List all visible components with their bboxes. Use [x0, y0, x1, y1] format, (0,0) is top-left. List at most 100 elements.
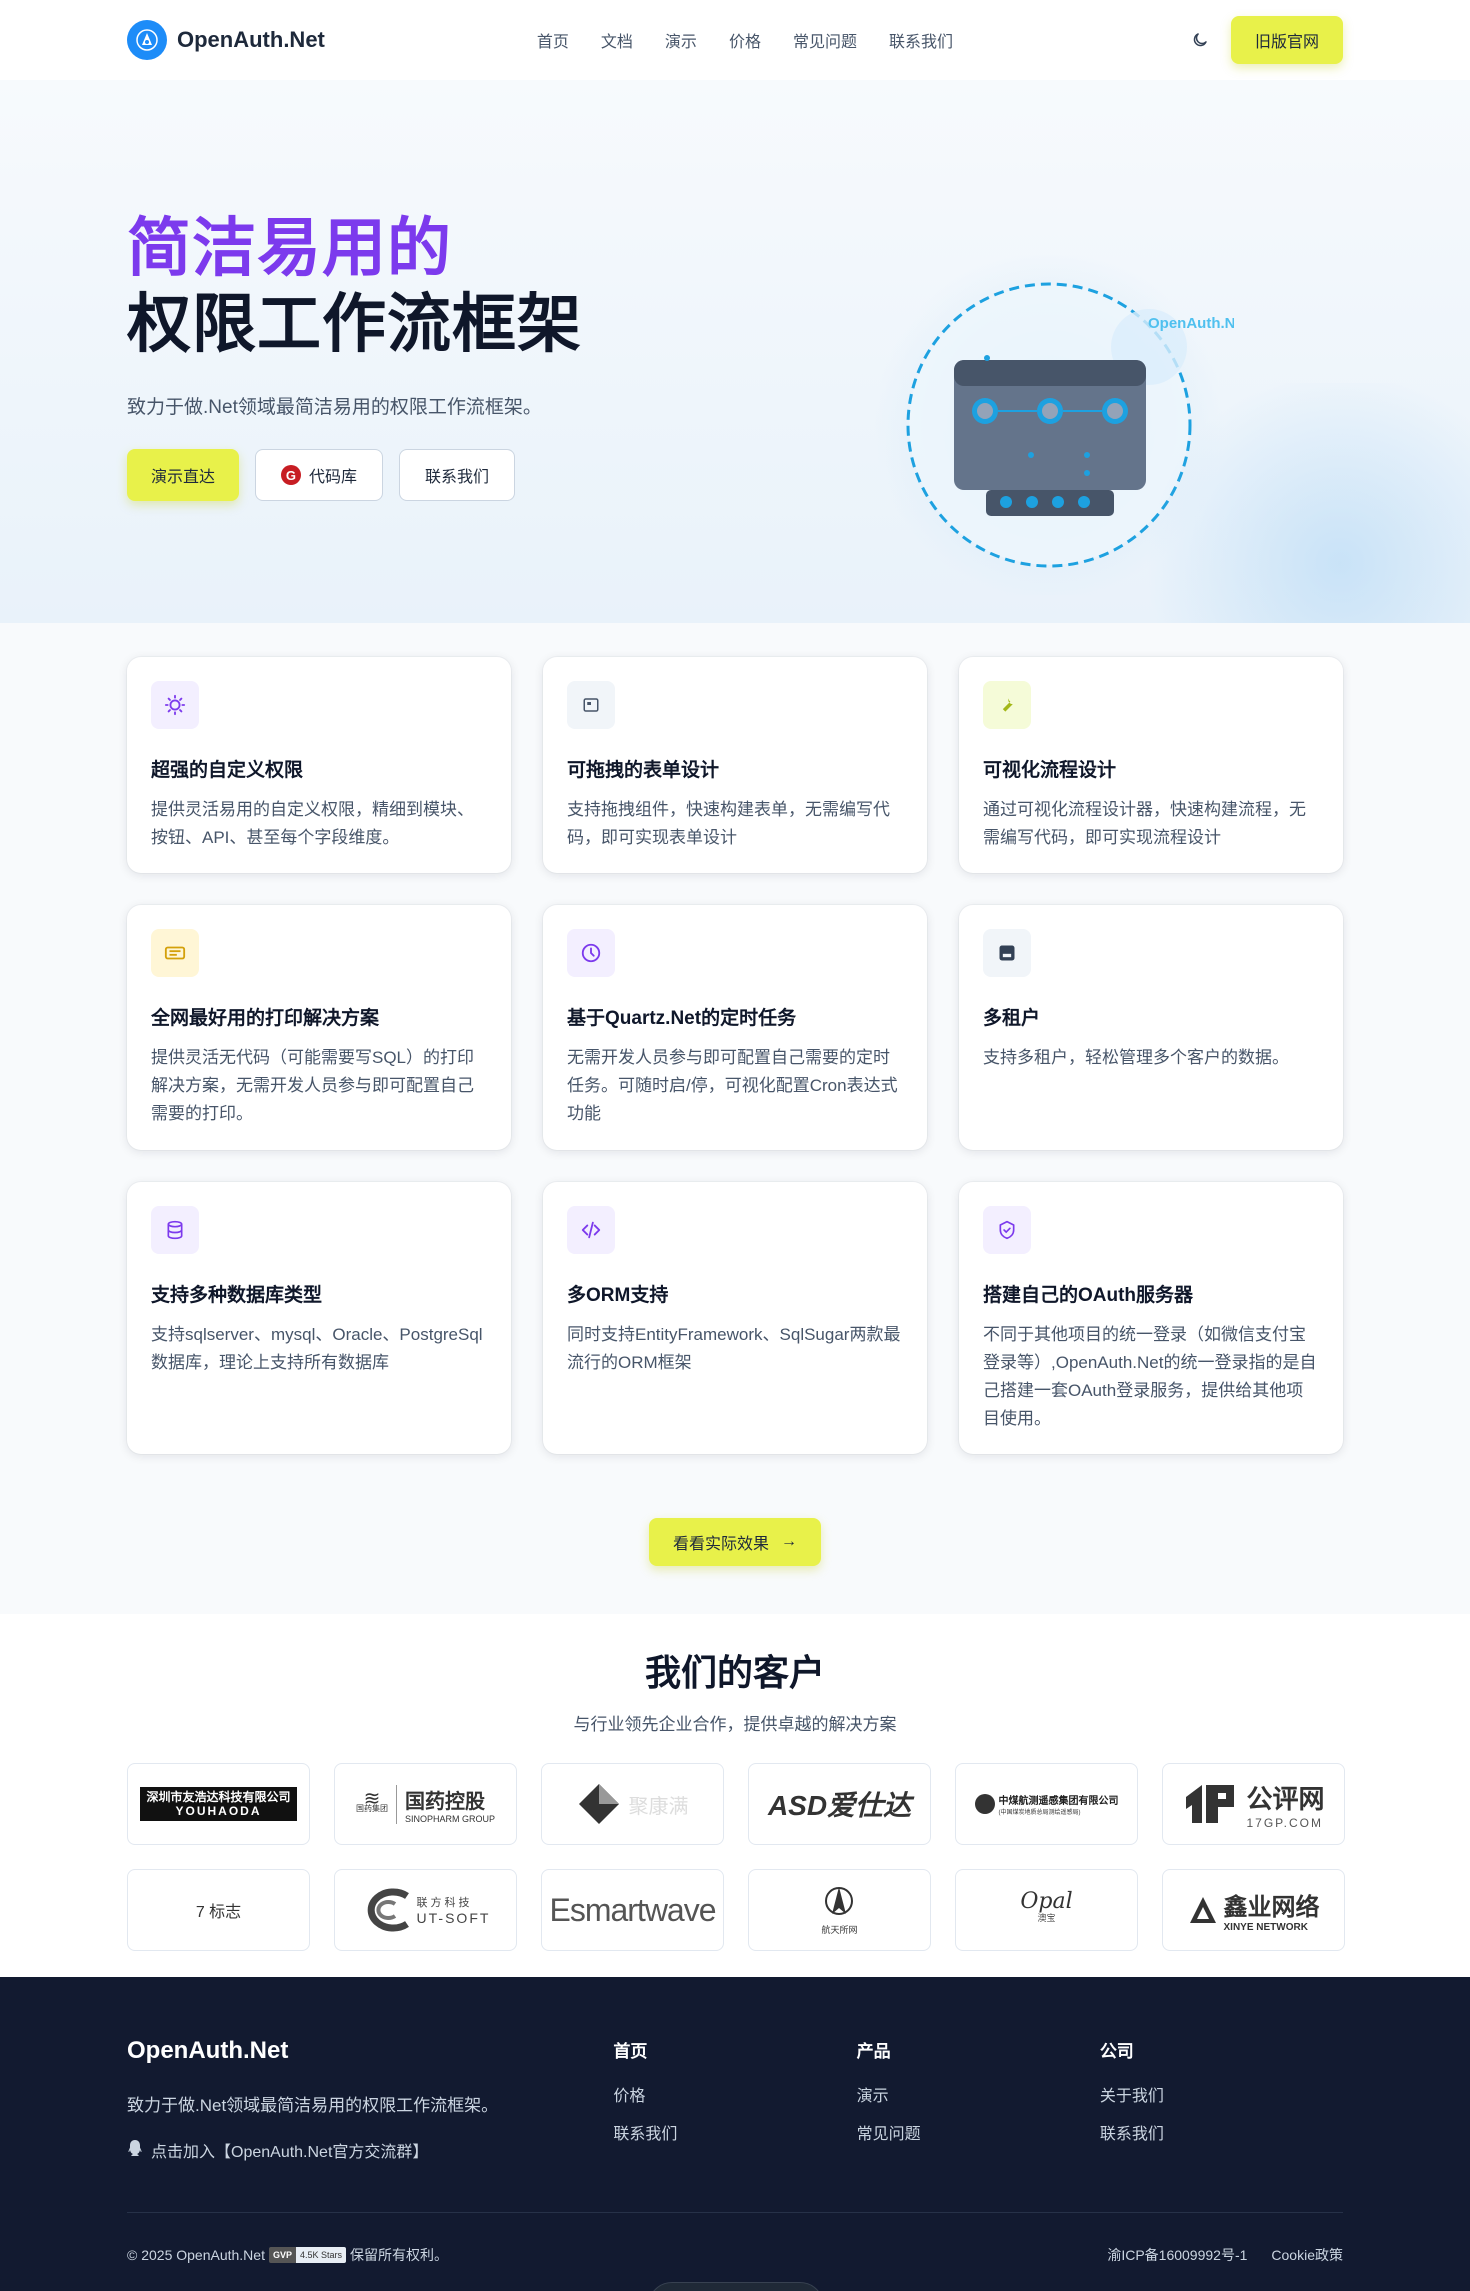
brand-logo[interactable]: OpenAuth.Net — [127, 20, 325, 60]
customer-logo-asd: ASD爱仕达 — [748, 1763, 931, 1845]
footer-link-contact[interactable]: 联系我们 — [613, 2120, 856, 2144]
feature-desc: 提供灵活无代码（可能需要写SQL）的打印解决方案，无需开发人员参与即可配置自己需… — [151, 1048, 475, 1123]
customer-logo-esmartwave: Esmartwave — [541, 1869, 724, 1951]
code-icon — [567, 1206, 615, 1254]
customer-logo-xinye: 鑫业网络 XINYE NETWORK — [1162, 1869, 1345, 1951]
hero-title-highlight: 简洁易用的 — [127, 212, 452, 284]
feature-desc: 通过可视化流程设计器，快速构建流程，无需编写代码，即可实现流程设计 — [983, 800, 1306, 847]
footer-link-contact-us[interactable]: 联系我们 — [1100, 2120, 1343, 2144]
nav-link-faq[interactable]: 常见问题 — [793, 28, 857, 52]
customer-logo-broken: 7 标志 — [127, 1869, 310, 1951]
shield-check-icon — [983, 1206, 1031, 1254]
wrench-icon — [983, 681, 1031, 729]
customer-logo-utsoft: 联方科技 UT-SOFT — [334, 1869, 517, 1951]
footer-link-about[interactable]: 关于我们 — [1100, 2082, 1343, 2106]
feature-card: 多租户 支持多租户，轻松管理多个客户的数据。 — [959, 905, 1343, 1150]
feature-card: 搭建自己的OAuth服务器 不同于其他项目的统一登录（如微信支付宝登录等）,Op… — [959, 1182, 1343, 1454]
feature-desc: 支持多租户，轻松管理多个客户的数据。 — [983, 1048, 1289, 1067]
feature-title: 基于Quartz.Net的定时任务 — [567, 1008, 797, 1029]
feature-title: 可拖拽的表单设计 — [567, 760, 720, 781]
footer-col-title: 公司 — [1099, 2042, 1134, 2061]
code-repo-button[interactable]: G 代码库 — [255, 449, 383, 501]
feature-desc: 提供灵活易用的自定义权限，精细到模块、按钮、API、甚至每个字段维度。 — [151, 800, 474, 847]
see-demo-label: 看看实际效果 — [672, 1536, 769, 1553]
code-repo-label: 代码库 — [308, 469, 357, 486]
feature-desc: 不同于其他项目的统一登录（如微信支付宝登录等）,OpenAuth.Net的统一登… — [983, 1325, 1317, 1428]
feature-title: 超强的自定义权限 — [151, 760, 304, 781]
customer-logo-coal: 中煤航测遥感集团有限公司 (中国煤炭地质总局测绘遥感局) — [955, 1763, 1138, 1845]
nav-link-docs[interactable]: 文档 — [601, 28, 633, 52]
brand-logo-icon — [127, 20, 167, 60]
feature-card: 超强的自定义权限 提供灵活易用的自定义权限，精细到模块、按钮、API、甚至每个字… — [127, 657, 511, 873]
feature-title: 多ORM支持 — [567, 1285, 669, 1306]
customers-title: 我们的客户 — [644, 1652, 825, 1693]
feature-desc: 支持sqlserver、mysql、Oracle、PostgreSql数据库，理… — [151, 1325, 483, 1372]
customer-logo-17gp: 公评网 17GP.COM — [1162, 1763, 1345, 1845]
form-icon — [567, 681, 615, 729]
feature-desc: 同时支持EntityFramework、SqlSugar两款最流行的ORM框架 — [567, 1325, 901, 1372]
feature-card: 多ORM支持 同时支持EntityFramework、SqlSugar两款最流行… — [543, 1182, 927, 1454]
customers-subtitle: 与行业领先企业合作，提供卓越的解决方案 — [573, 1715, 897, 1734]
clock-icon — [567, 929, 615, 977]
cookie-policy-link[interactable]: Cookie政策 — [1271, 2245, 1343, 2265]
demo-button[interactable]: 演示直达 — [127, 449, 239, 501]
database-icon — [151, 1206, 199, 1254]
nav-link-home[interactable]: 首页 — [537, 28, 569, 52]
sun-icon — [151, 681, 199, 729]
footer-col-product: 产品 演示 常见问题 — [857, 2037, 1100, 2209]
feature-card: 基于Quartz.Net的定时任务 无需开发人员参与即可配置自己需要的定时任务。… — [543, 905, 927, 1150]
feature-desc: 无需开发人员参与即可配置自己需要的定时任务。可随时启/停，可视化配置Cron表达… — [567, 1048, 898, 1123]
hero-art-label: OpenAuth.Net — [1148, 315, 1234, 332]
hero-subtitle: 致力于做.Net领域最简洁易用的权限工作流框架。 — [127, 397, 542, 418]
customers-section: 我们的客户 与行业领先企业合作，提供卓越的解决方案 深圳市友浩达科技有限公司 Y… — [0, 1614, 1470, 1977]
customer-logo-wave: 聚康满 — [541, 1763, 724, 1845]
feature-desc: 支持拖拽组件，快速构建表单，无需编写代码，即可实现表单设计 — [567, 800, 890, 847]
footer-brand: OpenAuth.Net — [127, 2037, 289, 2064]
feature-card: 支持多种数据库类型 支持sqlserver、mysql、Oracle、Postg… — [127, 1182, 511, 1454]
feature-title: 可视化流程设计 — [983, 760, 1117, 781]
feature-card: 全网最好用的打印解决方案 提供灵活无代码（可能需要写SQL）的打印解决方案，无需… — [127, 905, 511, 1150]
hero-section: 简洁易用的 权限工作流框架 致力于做.Net领域最简洁易用的权限工作流框架。 演… — [0, 80, 1470, 623]
footer-link-demo[interactable]: 演示 — [857, 2082, 1100, 2106]
floating-toolbar[interactable] — [648, 2282, 824, 2291]
nav-link-demo[interactable]: 演示 — [665, 28, 697, 52]
brand-name: OpenAuth.Net — [177, 27, 325, 52]
feature-title: 多租户 — [983, 1008, 1041, 1029]
tenant-icon — [983, 929, 1031, 977]
site-footer: OpenAuth.Net 致力于做.Net领域最简洁易用的权限工作流框架。 点击… — [0, 1977, 1470, 2291]
footer-link-faq[interactable]: 常见问题 — [857, 2120, 1100, 2144]
footer-link-pricing[interactable]: 价格 — [613, 2082, 856, 2106]
ticket-icon — [151, 929, 199, 977]
qq-group-label: 点击加入【OpenAuth.Net官方交流群】 — [151, 2144, 429, 2161]
gvp-stars-badge[interactable]: GVP 4.5K Stars — [268, 2247, 347, 2263]
hero-illustration: OpenAuth.Net — [874, 250, 1249, 600]
feature-card: 可拖拽的表单设计 支持拖拽组件，快速构建表单，无需编写代码，即可实现表单设计 — [543, 657, 927, 873]
theme-toggle-moon-icon[interactable] — [1189, 29, 1211, 51]
copyright: © 2025 OpenAuth.Net — [127, 2247, 265, 2263]
old-site-button[interactable]: 旧版官网 — [1231, 16, 1343, 64]
footer-col-company: 公司 关于我们 联系我们 — [1100, 2037, 1343, 2209]
feature-title: 全网最好用的打印解决方案 — [151, 1008, 380, 1029]
footer-desc: 致力于做.Net领域最简洁易用的权限工作流框架。 — [127, 2096, 499, 2115]
nav-link-pricing[interactable]: 价格 — [729, 28, 761, 52]
customer-logo-youhaoda: 深圳市友浩达科技有限公司 YOUHAODA — [127, 1763, 310, 1845]
customer-logo-opal: Opal 澳宝 — [955, 1869, 1138, 1951]
see-demo-button[interactable]: 看看实际效果 → — [649, 1518, 821, 1566]
contact-button[interactable]: 联系我们 — [399, 449, 515, 501]
customer-logo-hangtian: 航天所网 — [748, 1869, 931, 1951]
icp-link[interactable]: 渝ICP备16009992号-1 — [1107, 2245, 1247, 2265]
qq-icon — [127, 2139, 143, 2162]
footer-col-home: 首页 价格 联系我们 — [613, 2037, 856, 2209]
nav-link-contact[interactable]: 联系我们 — [889, 28, 953, 52]
footer-col-title: 产品 — [856, 2042, 891, 2061]
customer-logo-sinopharm: ≋ 国药集团 国药控股 SINOPHARM GROUP — [334, 1763, 517, 1845]
main-nav: 首页 文档 演示 价格 常见问题 联系我们 — [537, 28, 953, 52]
gitee-icon: G — [280, 465, 301, 485]
qq-group-link[interactable]: 点击加入【OpenAuth.Net官方交流群】 — [127, 2138, 613, 2162]
feature-card: 可视化流程设计 通过可视化流程设计器，快速构建流程，无需编写代码，即可实现流程设… — [959, 657, 1343, 873]
top-nav: OpenAuth.Net 首页 文档 演示 价格 常见问题 联系我们 旧版官网 — [0, 0, 1470, 80]
feature-title: 搭建自己的OAuth服务器 — [983, 1285, 1194, 1306]
hero-title-main: 权限工作流框架 — [127, 288, 582, 360]
arrow-right-icon: → — [781, 1533, 797, 1550]
rights-reserved: 保留所有权利。 — [350, 2247, 449, 2263]
